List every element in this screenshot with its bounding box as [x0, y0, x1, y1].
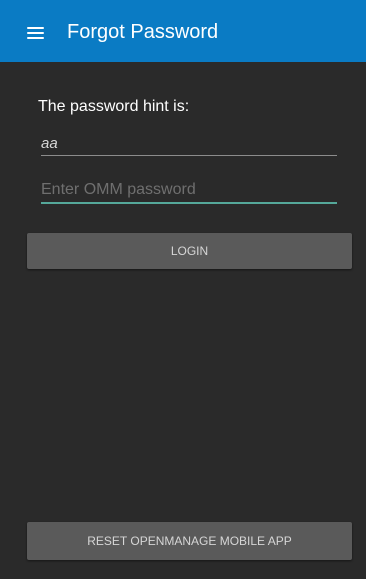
menu-line [27, 32, 44, 34]
password-hint-value: aa [41, 134, 337, 156]
page-title: Forgot Password [67, 21, 219, 43]
omm-password-input[interactable] [41, 178, 337, 204]
reset-app-button[interactable]: RESET OPENMANAGE MOBILE APP [27, 522, 352, 560]
menu-line [27, 37, 44, 39]
password-hint-label: The password hint is: [38, 98, 190, 115]
menu-line [27, 27, 44, 29]
hamburger-menu-icon[interactable] [27, 27, 44, 39]
login-button[interactable]: LOGIN [27, 233, 352, 269]
app-bar: Forgot Password [0, 0, 366, 62]
